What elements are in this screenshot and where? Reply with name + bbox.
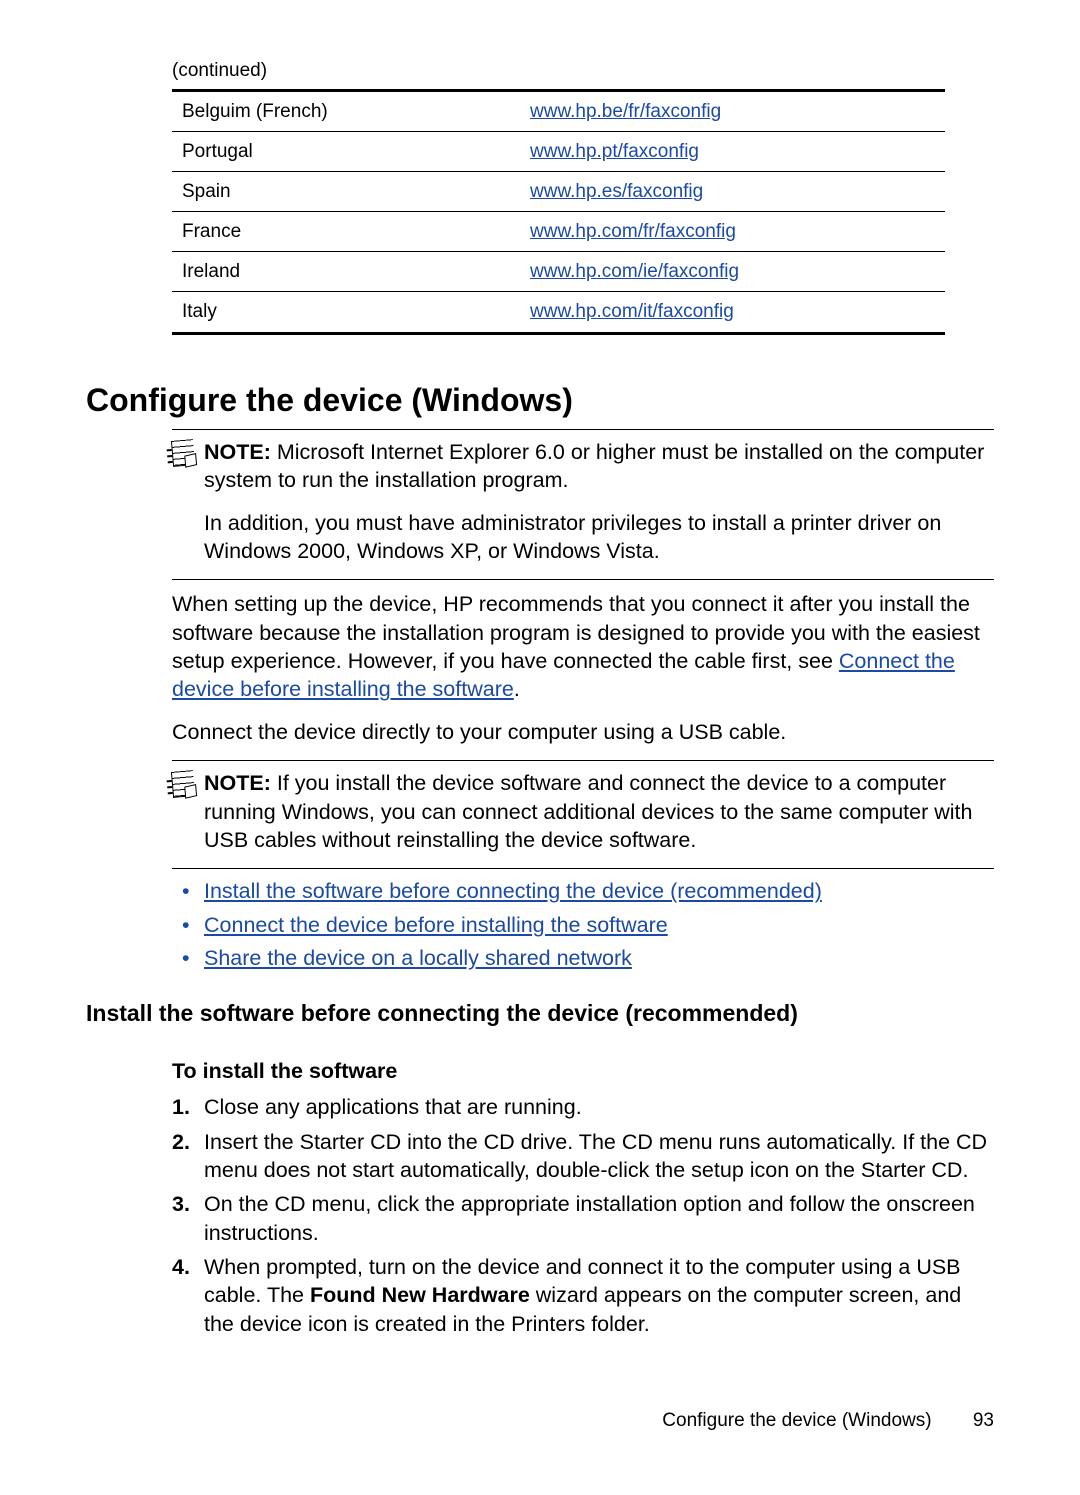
table-row: Italy www.hp.com/it/faxconfig <box>172 292 945 333</box>
step-item: Insert the Starter CD into the CD drive.… <box>172 1128 994 1185</box>
url-cell: www.hp.com/fr/faxconfig <box>520 212 945 252</box>
step-item: When prompted, turn on the device and co… <box>172 1253 994 1338</box>
table-row: France www.hp.com/fr/faxconfig <box>172 212 945 252</box>
heading-install-before-connect: Install the software before connecting t… <box>86 998 994 1028</box>
list-item: Share the device on a locally shared net… <box>182 944 994 972</box>
note-block-requirements: NOTE: Microsoft Internet Explorer 6.0 or… <box>172 438 994 566</box>
heading-to-install: To install the software <box>172 1057 994 1085</box>
table-row: Spain www.hp.es/faxconfig <box>172 172 945 212</box>
table-continued-label: (continued) <box>172 58 994 83</box>
table-row: Ireland www.hp.com/ie/faxconfig <box>172 252 945 292</box>
rule <box>172 760 994 761</box>
country-cell: Portugal <box>172 132 520 172</box>
step-item: Close any applications that are running. <box>172 1093 994 1121</box>
country-cell: Italy <box>172 292 520 333</box>
url-cell: www.hp.es/faxconfig <box>520 172 945 212</box>
rule <box>172 868 994 869</box>
note1-p1: Microsoft Internet Explorer 6.0 or highe… <box>204 440 984 492</box>
rule <box>172 579 994 580</box>
topic-link[interactable]: Share the device on a locally shared net… <box>204 946 632 970</box>
body-paragraph-usb: Connect the device directly to your comp… <box>172 718 994 746</box>
topic-links-list: Install the software before connecting t… <box>182 877 994 972</box>
table-row: Portugal www.hp.pt/faxconfig <box>172 132 945 172</box>
heading-configure-device: Configure the device (Windows) <box>86 379 994 421</box>
note-label: NOTE: <box>204 440 271 464</box>
footer-section-title: Configure the device (Windows) <box>662 1410 931 1431</box>
topic-link[interactable]: Connect the device before installing the… <box>204 913 668 937</box>
note-label: NOTE: <box>204 771 271 795</box>
note1-p2: In addition, you must have administrator… <box>204 509 994 566</box>
body-paragraph-setup: When setting up the device, HP recommend… <box>172 590 994 704</box>
faxconfig-link[interactable]: www.hp.com/ie/faxconfig <box>530 261 739 282</box>
note-icon <box>171 770 195 798</box>
rule <box>172 429 994 430</box>
country-cell: Ireland <box>172 252 520 292</box>
page-footer: Configure the device (Windows) 93 <box>662 1408 994 1433</box>
list-item: Install the software before connecting t… <box>182 877 994 905</box>
footer-page-number: 93 <box>973 1410 994 1431</box>
faxconfig-link[interactable]: www.hp.be/fr/faxconfig <box>530 101 721 122</box>
country-cell: Spain <box>172 172 520 212</box>
faxconfig-link[interactable]: www.hp.com/it/faxconfig <box>530 301 734 322</box>
country-cell: France <box>172 212 520 252</box>
list-item: Connect the device before installing the… <box>182 911 994 939</box>
faxconfig-url-table: Belguim (French) www.hp.be/fr/faxconfig Po… <box>172 89 945 334</box>
table-row: Belguim (French) www.hp.be/fr/faxconfig <box>172 91 945 132</box>
url-cell: www.hp.pt/faxconfig <box>520 132 945 172</box>
country-cell: Belguim (French) <box>172 91 520 132</box>
url-cell: www.hp.com/ie/faxconfig <box>520 252 945 292</box>
install-steps-list: Close any applications that are running.… <box>172 1093 994 1338</box>
note2-p1: If you install the device software and c… <box>204 771 972 852</box>
faxconfig-link[interactable]: www.hp.es/faxconfig <box>530 181 703 202</box>
topic-link[interactable]: Install the software before connecting t… <box>204 879 822 903</box>
note-block-additional-devices: NOTE: If you install the device software… <box>172 769 994 854</box>
step-item: On the CD menu, click the appropriate in… <box>172 1190 994 1247</box>
faxconfig-link[interactable]: www.hp.com/fr/faxconfig <box>530 221 736 242</box>
url-cell: www.hp.be/fr/faxconfig <box>520 91 945 132</box>
note-icon <box>171 439 195 467</box>
url-cell: www.hp.com/it/faxconfig <box>520 292 945 333</box>
faxconfig-link[interactable]: www.hp.pt/faxconfig <box>530 141 699 162</box>
